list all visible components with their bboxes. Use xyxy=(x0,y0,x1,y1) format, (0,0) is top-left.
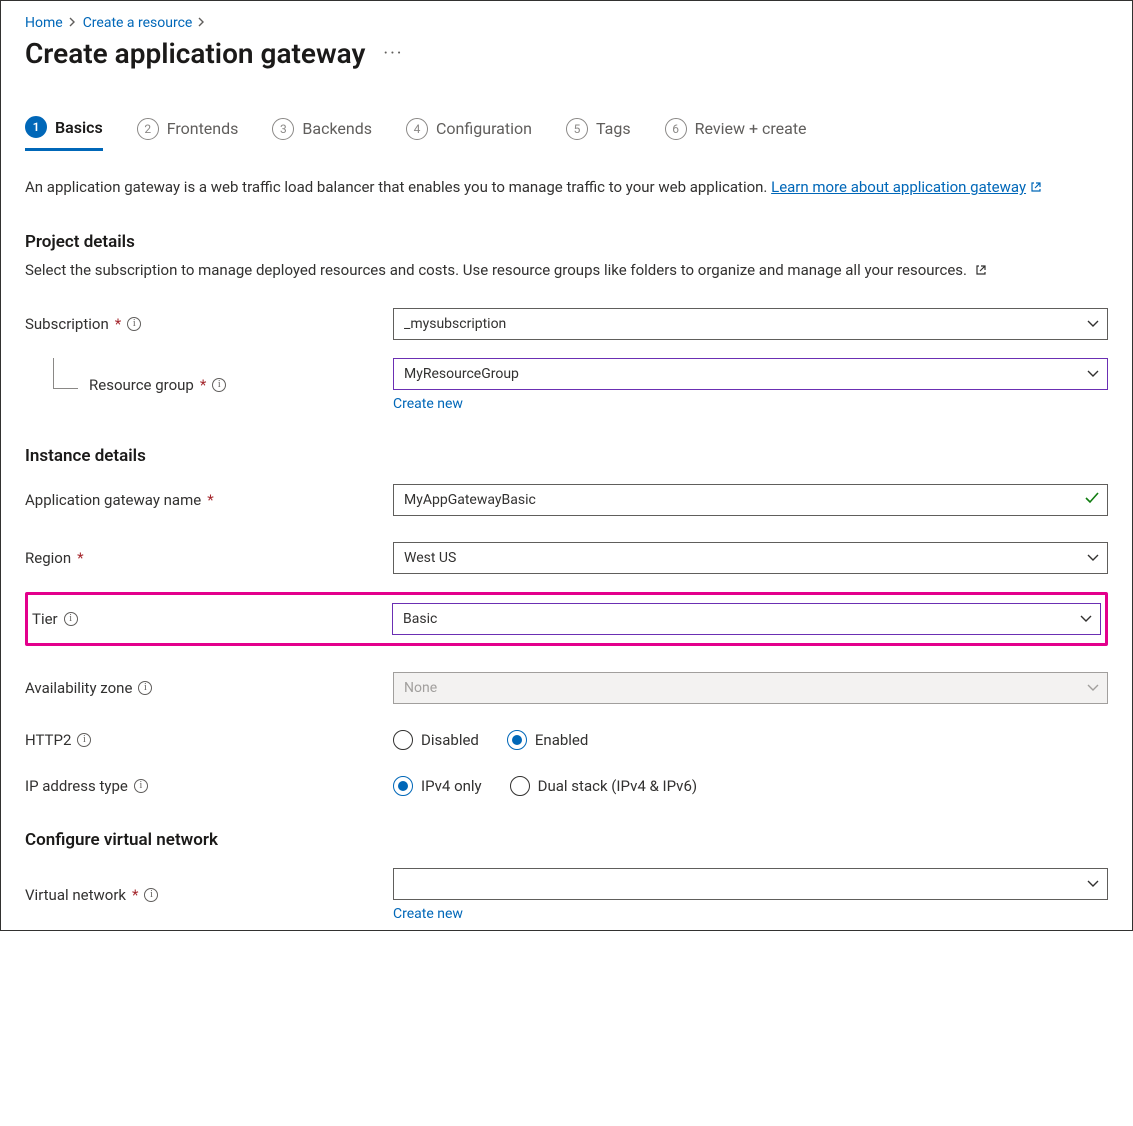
region-select[interactable]: West US xyxy=(393,542,1108,574)
step-number: 3 xyxy=(272,118,294,140)
subscription-select[interactable]: _mysubscription xyxy=(393,308,1108,340)
tab-label: Configuration xyxy=(436,119,532,138)
chevron-right-icon xyxy=(198,15,206,31)
chevron-down-icon xyxy=(1087,680,1099,696)
external-link-icon[interactable] xyxy=(975,261,987,281)
label-resource-group: Resource group * i xyxy=(25,376,393,394)
chevron-down-icon xyxy=(1087,316,1099,332)
ip-type-radio-group: IPv4 only Dual stack (IPv4 & IPv6) xyxy=(393,776,1108,796)
tier-row-highlight: Tier i Basic xyxy=(25,592,1108,646)
required-asterisk: * xyxy=(132,886,138,904)
http2-enabled-radio[interactable]: Enabled xyxy=(507,730,588,750)
tab-label: Tags xyxy=(596,119,631,138)
info-icon[interactable]: i xyxy=(64,612,78,626)
step-number: 6 xyxy=(665,118,687,140)
breadcrumb: Home Create a resource xyxy=(25,15,1108,31)
radio-icon xyxy=(507,730,527,750)
required-asterisk: * xyxy=(77,549,83,567)
gateway-name-input[interactable]: MyAppGatewayBasic xyxy=(393,484,1108,516)
info-icon[interactable]: i xyxy=(77,733,91,747)
more-options-icon[interactable]: ··· xyxy=(383,43,403,64)
label-vnet: Virtual network * i xyxy=(25,886,393,904)
info-icon[interactable]: i xyxy=(212,378,226,392)
required-asterisk: * xyxy=(207,491,213,509)
dual-stack-radio[interactable]: Dual stack (IPv4 & IPv6) xyxy=(510,776,697,796)
radio-icon xyxy=(393,730,413,750)
create-new-vnet-link[interactable]: Create new xyxy=(393,906,463,922)
info-icon[interactable]: i xyxy=(134,779,148,793)
tab-basics[interactable]: 1 Basics xyxy=(25,116,103,151)
tab-label: Basics xyxy=(55,118,103,137)
breadcrumb-create-resource[interactable]: Create a resource xyxy=(83,15,193,31)
info-icon[interactable]: i xyxy=(138,681,152,695)
check-icon xyxy=(1085,492,1099,508)
intro-text: An application gateway is a web traffic … xyxy=(25,177,1108,198)
info-icon[interactable]: i xyxy=(127,317,141,331)
label-ip-type: IP address type i xyxy=(25,777,393,795)
section-vnet: Configure virtual network xyxy=(25,830,1108,850)
required-asterisk: * xyxy=(200,376,206,394)
radio-icon xyxy=(393,776,413,796)
tab-label: Frontends xyxy=(167,119,239,138)
vnet-select[interactable] xyxy=(393,868,1108,900)
chevron-down-icon xyxy=(1087,550,1099,566)
tab-configuration[interactable]: 4 Configuration xyxy=(406,116,532,151)
resource-group-select[interactable]: MyResourceGroup xyxy=(393,358,1108,390)
external-link-icon xyxy=(1030,178,1042,198)
section-desc: Select the subscription to manage deploy… xyxy=(25,260,1108,281)
page-title: Create application gateway xyxy=(25,37,365,70)
tabs: 1 Basics 2 Frontends 3 Backends 4 Config… xyxy=(25,116,1108,151)
label-gateway-name: Application gateway name * xyxy=(25,491,393,509)
info-icon[interactable]: i xyxy=(144,888,158,902)
learn-more-link[interactable]: Learn more about application gateway xyxy=(771,178,1042,196)
tier-select[interactable]: Basic xyxy=(392,603,1101,635)
chevron-down-icon xyxy=(1087,366,1099,382)
step-number: 5 xyxy=(566,118,588,140)
radio-icon xyxy=(510,776,530,796)
chevron-right-icon xyxy=(69,15,77,31)
label-region: Region * xyxy=(25,549,393,567)
breadcrumb-home[interactable]: Home xyxy=(25,15,63,31)
section-project-details: Project details xyxy=(25,232,1108,252)
ipv4-only-radio[interactable]: IPv4 only xyxy=(393,776,482,796)
http2-radio-group: Disabled Enabled xyxy=(393,730,1108,750)
tab-tags[interactable]: 5 Tags xyxy=(566,116,631,151)
label-subscription: Subscription * i xyxy=(25,315,393,333)
http2-disabled-radio[interactable]: Disabled xyxy=(393,730,479,750)
tab-frontends[interactable]: 2 Frontends xyxy=(137,116,239,151)
label-http2: HTTP2 i xyxy=(25,731,393,749)
tab-label: Review + create xyxy=(695,119,807,138)
step-number: 1 xyxy=(25,116,47,138)
chevron-down-icon xyxy=(1087,876,1099,892)
required-asterisk: * xyxy=(115,315,121,333)
chevron-down-icon xyxy=(1080,611,1092,627)
step-number: 2 xyxy=(137,118,159,140)
step-number: 4 xyxy=(406,118,428,140)
tab-backends[interactable]: 3 Backends xyxy=(272,116,372,151)
tab-label: Backends xyxy=(302,119,372,138)
label-tier: Tier i xyxy=(32,610,392,628)
section-instance-details: Instance details xyxy=(25,446,1108,466)
availability-zone-select: None xyxy=(393,672,1108,704)
tab-review-create[interactable]: 6 Review + create xyxy=(665,116,807,151)
label-availability-zone: Availability zone i xyxy=(25,679,393,697)
create-new-rg-link[interactable]: Create new xyxy=(393,396,463,412)
